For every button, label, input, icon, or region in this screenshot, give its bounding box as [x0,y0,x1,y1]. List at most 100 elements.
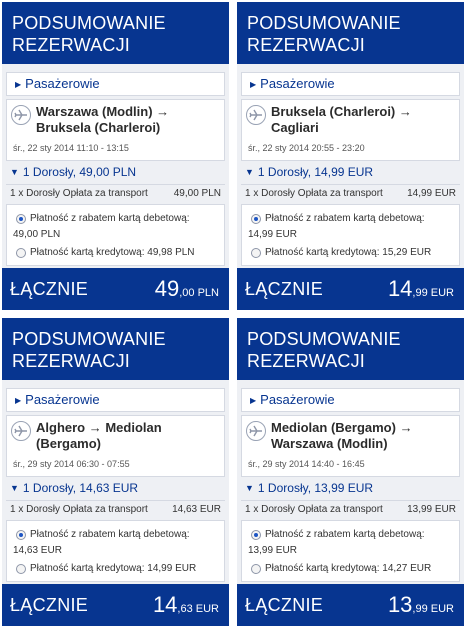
credit-label: Płatność kartą kredytową: 15,29 EUR [265,247,432,258]
passenger-summary-title: 1 Dorosły, 14,99 EUR [257,165,374,179]
fee-row: 1 x Dorosły Opłata za transport 14,63 EU… [6,500,225,515]
total-bar: ŁĄCZNIE 13,99 EUR [237,584,464,626]
booking-summary-panel-1: PODSUMOWANIE REZERWACJI ▶ Pasażerowie War… [2,2,229,310]
passengers-label: Pasażerowie [260,76,335,91]
credit-radio[interactable] [16,248,26,258]
fee-label: 1 x Dorosły Opłata za transport [10,188,148,199]
debit-label: Płatność z rabatem kartą debetową: [265,529,425,540]
passenger-summary: ▼ 1 Dorosły, 49,00 PLN 1 x Dorosły Opłata… [6,162,225,202]
debit-label: Płatność z rabatem kartą debetową: [265,213,425,224]
plane-icon [246,105,266,125]
total-decimal: ,99 EUR [412,603,454,615]
passengers-toggle[interactable]: ▶ Pasażerowie [241,388,460,412]
booking-summary-panel-3: PODSUMOWANIE REZERWACJI ▶ Pasażerowie Alg… [2,318,229,626]
credit-label: Płatność kartą kredytową: 49,98 PLN [30,247,195,258]
passenger-summary-title: 1 Dorosły, 49,00 PLN [22,165,137,179]
total-amount: 14,63 EUR [153,592,219,618]
header-line-2: REZERWACJI [247,35,366,55]
total-label: ŁĄCZNIE [245,595,324,615]
debit-amount: 49,00 PLN [13,229,61,240]
passenger-summary-toggle[interactable]: ▼ 1 Dorosły, 14,63 EUR [10,481,138,495]
flight-card: Warszawa (Modlin) → Bruksela (Charleroi)… [6,99,225,161]
flight-card: Alghero → Mediolan (Bergamo) śr., 29 sty… [6,415,225,477]
total-label: ŁĄCZNIE [10,595,89,615]
credit-radio[interactable] [16,564,26,574]
passengers-toggle[interactable]: ▶ Pasażerowie [6,388,225,412]
credit-radio[interactable] [251,564,261,574]
panel-header: PODSUMOWANIE REZERWACJI [2,2,229,64]
total-amount: 14,99 EUR [388,276,454,302]
total-integer: 13 [387,592,413,617]
total-amount: 13,99 EUR [388,592,454,618]
credit-label: Płatność kartą kredytową: 14,99 EUR [30,563,197,574]
debit-label: Płatność z rabatem kartą debetową: [30,529,190,540]
fee-amount: 14,99 EUR [407,188,456,199]
debit-label: Płatność z rabatem kartą debetową: [30,213,190,224]
triangle-down-icon: ▼ [245,167,254,177]
total-bar: ŁĄCZNIE 14,99 EUR [237,268,464,310]
flight-route: Alghero → Mediolan (Bergamo) [36,420,162,451]
payment-options: Płatność z rabatem kartą debetową: 13,99… [241,520,460,582]
flight-date: śr., 22 sty 2014 11:10 - 13:15 [13,143,129,153]
total-integer: 14 [152,592,178,617]
credit-radio[interactable] [251,248,261,258]
plane-icon [11,421,31,441]
triangle-right-icon: ▶ [15,396,22,405]
plane-icon [11,105,31,125]
flight-date: śr., 22 sty 2014 20:55 - 23:20 [248,143,365,153]
passengers-toggle[interactable]: ▶ Pasażerowie [241,72,460,96]
passengers-label: Pasażerowie [25,76,100,91]
passengers-label: Pasażerowie [260,392,335,407]
total-amount: 49,00 PLN [155,276,219,302]
payment-options: Płatność z rabatem kartą debetową: 49,00… [6,204,225,266]
debit-radio[interactable] [251,530,261,540]
payment-options: Płatność z rabatem kartą debetową: 14,63… [6,520,225,582]
fee-amount: 49,00 PLN [173,188,221,199]
triangle-down-icon: ▼ [245,483,254,493]
total-bar: ŁĄCZNIE 49,00 PLN [2,268,229,310]
total-decimal: ,99 EUR [412,287,454,299]
flight-route: Bruksela (Charleroi) → Cagliari [271,104,412,135]
panel-header: PODSUMOWANIE REZERWACJI [237,318,464,380]
debit-radio[interactable] [16,530,26,540]
triangle-down-icon: ▼ [10,483,19,493]
debit-amount: 14,63 EUR [13,545,62,556]
passenger-summary: ▼ 1 Dorosły, 13,99 EUR 1 x Dorosły Opłata… [241,478,460,518]
passenger-summary-toggle[interactable]: ▼ 1 Dorosły, 13,99 EUR [245,481,373,495]
triangle-right-icon: ▶ [250,396,257,405]
total-bar: ŁĄCZNIE 14,63 EUR [2,584,229,626]
fee-label: 1 x Dorosły Opłata za transport [245,504,383,515]
total-decimal: ,63 EUR [177,603,219,615]
header-line-2: REZERWACJI [12,351,131,371]
passenger-summary-toggle[interactable]: ▼ 1 Dorosły, 49,00 PLN [10,165,136,179]
panel-header: PODSUMOWANIE REZERWACJI [2,318,229,380]
plane-icon [246,421,266,441]
header-line-1: PODSUMOWANIE [12,329,166,349]
flight-date: śr., 29 sty 2014 14:40 - 16:45 [248,459,365,469]
debit-radio[interactable] [16,214,26,224]
flight-route: Warszawa (Modlin) → Bruksela (Charleroi) [36,104,170,135]
passenger-summary: ▼ 1 Dorosły, 14,63 EUR 1 x Dorosły Opłata… [6,478,225,518]
header-line-1: PODSUMOWANIE [247,13,401,33]
triangle-right-icon: ▶ [250,80,257,89]
fee-row: 1 x Dorosły Opłata za transport 13,99 EU… [241,500,460,515]
triangle-down-icon: ▼ [10,167,19,177]
total-label: ŁĄCZNIE [10,279,89,299]
flight-date: śr., 29 sty 2014 06:30 - 07:55 [13,459,130,469]
total-integer: 49 [154,276,180,301]
debit-radio[interactable] [251,214,261,224]
passenger-summary-title: 1 Dorosły, 13,99 EUR [257,481,374,495]
total-label: ŁĄCZNIE [245,279,324,299]
debit-amount: 13,99 EUR [248,545,297,556]
flight-card: Mediolan (Bergamo) → Warszawa (Modlin) ś… [241,415,460,477]
flight-card: Bruksela (Charleroi) → Cagliari śr., 22 … [241,99,460,161]
passenger-summary-title: 1 Dorosły, 14,63 EUR [22,481,139,495]
total-integer: 14 [387,276,413,301]
payment-options: Płatność z rabatem kartą debetową: 14,99… [241,204,460,266]
fee-row: 1 x Dorosły Opłata za transport 14,99 EU… [241,184,460,199]
passenger-summary-toggle[interactable]: ▼ 1 Dorosły, 14,99 EUR [245,165,373,179]
panel-header: PODSUMOWANIE REZERWACJI [237,2,464,64]
passengers-toggle[interactable]: ▶ Pasażerowie [6,72,225,96]
header-line-1: PODSUMOWANIE [247,329,401,349]
passenger-summary: ▼ 1 Dorosły, 14,99 EUR 1 x Dorosły Opłata… [241,162,460,202]
